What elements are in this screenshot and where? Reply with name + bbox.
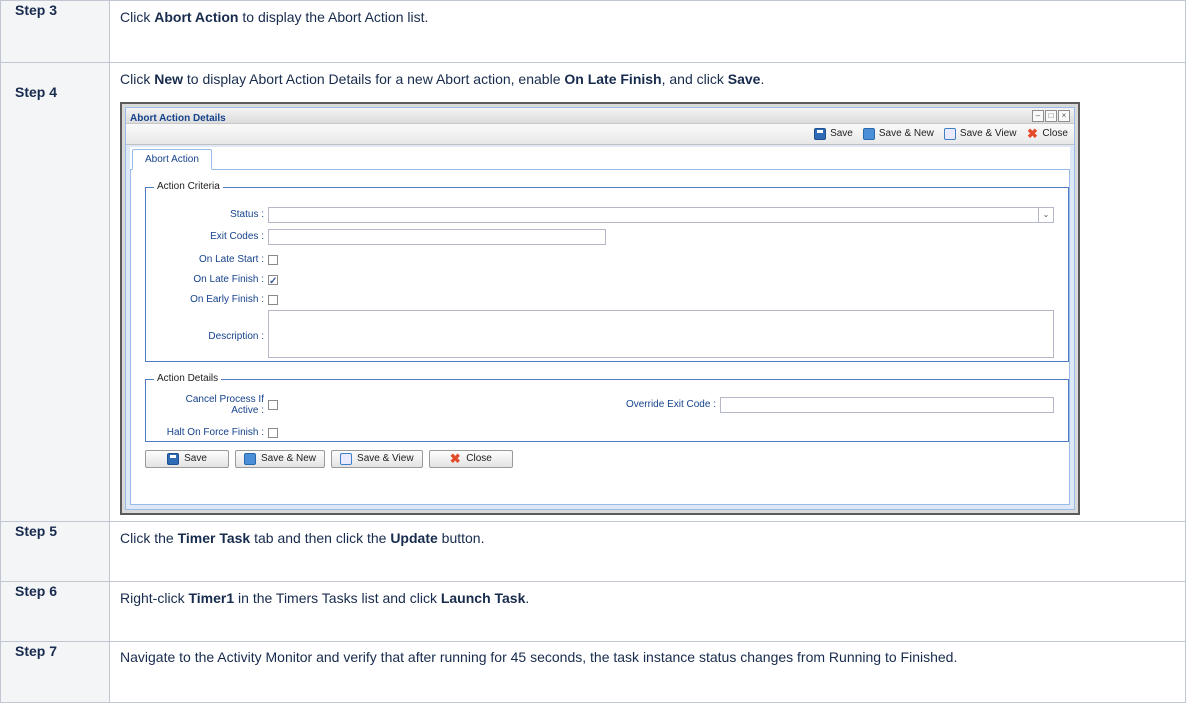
cancel-process-checkbox[interactable]: [268, 400, 278, 410]
form-panel: Action Criteria Status : ⌄ Exit Codes : …: [130, 170, 1070, 505]
step-row-4: Step 4 Click New to display Abort Action…: [0, 62, 1186, 522]
window-buttons: – □ ×: [1032, 110, 1070, 122]
toolbar-close-button[interactable]: ✖ Close: [1026, 125, 1068, 143]
step-row-3: Step 3 Click Abort Action to display the…: [0, 0, 1186, 63]
bottom-button-row: Save Save & New Save & View ✖ Close: [145, 450, 513, 468]
description-textarea[interactable]: [268, 310, 1054, 358]
button-label: Save: [184, 453, 207, 464]
on-late-finish-label: On Late Finish :: [193, 274, 264, 285]
maximize-icon[interactable]: □: [1045, 110, 1057, 122]
toolbar-save-view-button[interactable]: Save & View: [943, 125, 1017, 143]
toolbar-save-button[interactable]: Save: [814, 125, 853, 143]
step-text: Click New to display Abort Action Detail…: [120, 71, 765, 87]
step-row-7: Step 7 Navigate to the Activity Monitor …: [0, 641, 1186, 703]
step-label: Step 4: [0, 62, 110, 522]
step-label: Step 5: [0, 521, 110, 582]
on-late-start-label: On Late Start :: [198, 254, 264, 265]
tab-abort-action[interactable]: Abort Action: [132, 149, 212, 170]
on-early-finish-label: On Early Finish :: [190, 294, 264, 305]
step-label: Step 7: [0, 641, 110, 703]
dialog-window: Abort Action Details – □ × Save Save & N…: [125, 107, 1075, 510]
step-row-5: Step 5 Click the Timer Task tab and then…: [0, 521, 1186, 582]
description-label: Description :: [208, 331, 264, 342]
minimize-icon[interactable]: –: [1032, 110, 1044, 122]
button-label: Close: [1042, 128, 1068, 139]
on-late-finish-row: On Late Finish :: [146, 271, 278, 291]
save-new-icon: [862, 128, 875, 140]
close-button[interactable]: ✖ Close: [428, 450, 513, 468]
on-early-finish-checkbox[interactable]: [268, 295, 278, 305]
override-exit-code-row: Override Exit Code :: [586, 396, 1054, 414]
override-exit-code-input[interactable]: [720, 397, 1054, 413]
cancel-process-label: Cancel Process If Active :: [185, 394, 264, 416]
step-text: Navigate to the Activity Monitor and ver…: [109, 641, 1186, 703]
step-row-6: Step 6 Right-click Timer1 in the Timers …: [0, 581, 1186, 642]
button-label: Save & New: [261, 453, 317, 464]
step-label: Step 3: [0, 0, 110, 63]
on-late-start-row: On Late Start :: [146, 251, 278, 269]
save-view-icon: [340, 453, 353, 465]
action-details-legend: Action Details: [157, 373, 219, 384]
dialog-titlebar: Abort Action Details – □ ×: [126, 108, 1074, 124]
status-row: Status : ⌄: [146, 206, 1054, 224]
halt-force-finish-label: Halt On Force Finish :: [166, 427, 264, 438]
save-disk-icon: [167, 453, 180, 465]
button-label: Save & View: [357, 453, 414, 464]
action-details-fieldset: Action Details Cancel Process If Active :…: [145, 370, 1069, 442]
dialog-toolbar: Save Save & New Save & View ✖ Close: [126, 124, 1074, 145]
save-view-button[interactable]: Save & View: [331, 450, 423, 468]
step-label: Step 6: [0, 581, 110, 642]
cancel-process-row: Cancel Process If Active :: [146, 394, 278, 416]
halt-force-finish-row: Halt On Force Finish :: [146, 424, 278, 442]
override-exit-code-label: Override Exit Code :: [625, 399, 716, 410]
action-criteria-legend: Action Criteria: [157, 181, 220, 192]
save-new-button[interactable]: Save & New: [235, 450, 326, 468]
step-text: Click the Timer Task tab and then click …: [109, 521, 1186, 582]
window-close-icon[interactable]: ×: [1058, 110, 1070, 122]
step-text: Right-click Timer1 in the Timers Tasks l…: [109, 581, 1186, 642]
save-button[interactable]: Save: [145, 450, 229, 468]
save-disk-icon: [814, 128, 827, 140]
on-late-start-checkbox[interactable]: [268, 255, 278, 265]
button-label: Close: [466, 453, 492, 464]
step-body: Click New to display Abort Action Detail…: [109, 62, 1186, 522]
on-late-finish-checkbox[interactable]: [268, 273, 278, 291]
tab-strip: Abort Action: [130, 147, 1070, 170]
save-new-icon: [244, 453, 256, 465]
save-view-icon: [943, 128, 956, 140]
exit-codes-row: Exit Codes :: [146, 228, 606, 246]
halt-force-finish-checkbox[interactable]: [268, 428, 278, 438]
button-label: Save: [830, 128, 853, 139]
status-label: Status :: [230, 209, 264, 220]
exit-codes-label: Exit Codes :: [210, 231, 264, 242]
button-label: Save & New: [878, 128, 934, 139]
abort-action-dialog-screenshot: Abort Action Details – □ × Save Save & N…: [120, 102, 1080, 515]
button-label: Save & View: [959, 128, 1017, 139]
exit-codes-input[interactable]: [268, 229, 606, 245]
steps-table: Step 3 Click Abort Action to display the…: [0, 0, 1186, 703]
close-x-icon: ✖: [1026, 126, 1038, 141]
close-x-icon: ✖: [449, 451, 461, 466]
step-text: Click Abort Action to display the Abort …: [109, 0, 1186, 63]
chevron-down-icon[interactable]: ⌄: [1038, 208, 1053, 222]
on-early-finish-row: On Early Finish :: [146, 291, 278, 309]
action-criteria-fieldset: Action Criteria Status : ⌄ Exit Codes : …: [145, 178, 1069, 362]
toolbar-save-new-button[interactable]: Save & New: [862, 125, 934, 143]
description-row: Description :: [146, 310, 1054, 358]
status-select[interactable]: ⌄: [268, 207, 1054, 223]
dialog-title: Abort Action Details: [130, 113, 226, 124]
